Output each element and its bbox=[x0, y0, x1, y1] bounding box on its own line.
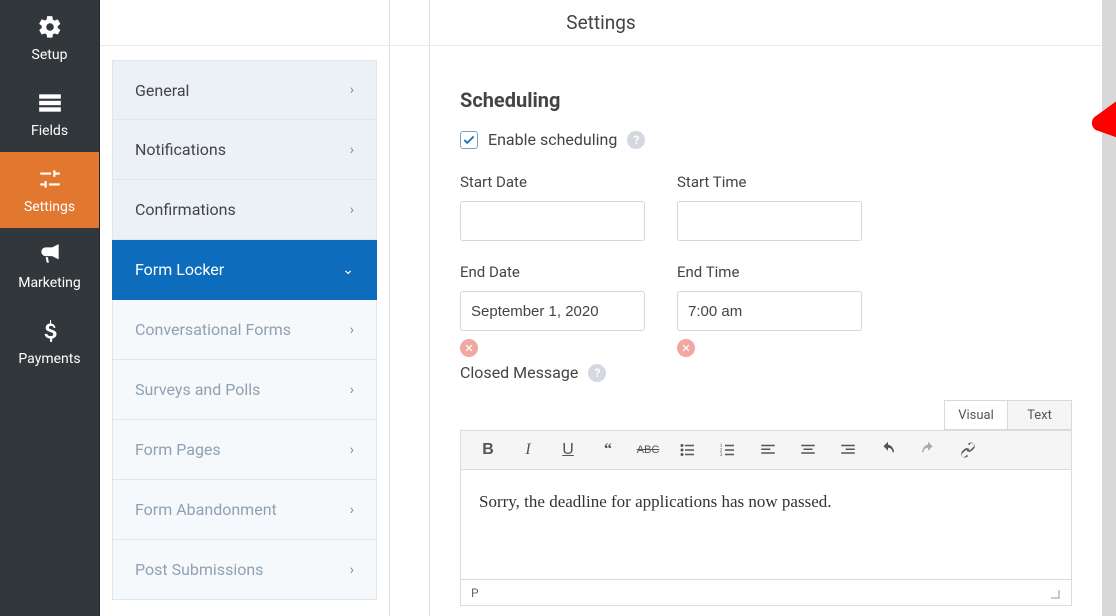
underline-button[interactable]: U bbox=[557, 439, 579, 461]
rich-text-editor: Visual Text B I U “ ABC 123 bbox=[460, 400, 1072, 606]
end-time-label: End Time bbox=[677, 263, 862, 281]
chevron-right-icon: › bbox=[350, 382, 354, 398]
enable-scheduling-checkbox[interactable] bbox=[460, 131, 478, 149]
redo-button[interactable] bbox=[917, 439, 939, 461]
chevron-right-icon: › bbox=[350, 562, 354, 578]
settings-item-label: Notifications bbox=[135, 140, 226, 159]
chevron-right-icon: › bbox=[350, 322, 354, 338]
start-time-input[interactable] bbox=[677, 201, 862, 241]
settings-item-general[interactable]: General › bbox=[112, 60, 377, 120]
editor-toolbar: B I U “ ABC 123 bbox=[460, 430, 1072, 470]
editor-content[interactable]: Sorry, the deadline for applications has… bbox=[460, 470, 1072, 580]
bullhorn-icon bbox=[37, 241, 63, 269]
check-icon bbox=[462, 133, 476, 147]
section-title: Scheduling bbox=[460, 88, 1072, 112]
nav-payments[interactable]: Payments bbox=[0, 304, 99, 380]
end-time-input[interactable] bbox=[677, 291, 862, 331]
enable-scheduling-label: Enable scheduling bbox=[488, 130, 617, 149]
settings-item-label: Form Abandonment bbox=[135, 500, 277, 519]
close-icon bbox=[464, 343, 474, 353]
nav-fields[interactable]: Fields bbox=[0, 76, 99, 152]
settings-item-label: Form Pages bbox=[135, 440, 221, 459]
end-date-label: End Date bbox=[460, 263, 645, 281]
align-center-button[interactable] bbox=[797, 439, 819, 461]
clear-end-date-button[interactable] bbox=[460, 339, 478, 357]
settings-item-notifications[interactable]: Notifications › bbox=[112, 120, 377, 180]
editor-path: P bbox=[471, 586, 479, 600]
dollar-icon bbox=[37, 317, 63, 345]
nav-settings[interactable]: Settings bbox=[0, 152, 99, 228]
nav-setup[interactable]: Setup bbox=[0, 0, 99, 76]
chevron-down-icon: ⌄ bbox=[342, 262, 354, 278]
nav-label: Settings bbox=[24, 199, 75, 215]
chevron-right-icon: › bbox=[350, 502, 354, 518]
sliders-icon bbox=[37, 165, 63, 193]
editor-tab-visual[interactable]: Visual bbox=[944, 400, 1008, 430]
gear-icon bbox=[37, 13, 63, 41]
settings-item-form-locker[interactable]: Form Locker ⌄ bbox=[112, 240, 377, 300]
italic-button[interactable]: I bbox=[517, 439, 539, 461]
settings-item-form-pages[interactable]: Form Pages › bbox=[112, 420, 377, 480]
chevron-right-icon: › bbox=[350, 442, 354, 458]
link-button[interactable] bbox=[957, 439, 979, 461]
bold-button[interactable]: B bbox=[477, 439, 499, 461]
clear-end-time-button[interactable] bbox=[677, 339, 695, 357]
chevron-right-icon: › bbox=[350, 202, 354, 218]
align-left-button[interactable] bbox=[757, 439, 779, 461]
chevron-right-icon: › bbox=[350, 142, 354, 158]
settings-item-label: General bbox=[135, 81, 189, 100]
settings-item-label: Conversational Forms bbox=[135, 320, 291, 339]
close-icon bbox=[681, 343, 691, 353]
bullet-list-button[interactable] bbox=[677, 439, 699, 461]
settings-item-confirmations[interactable]: Confirmations › bbox=[112, 180, 377, 240]
start-date-label: Start Date bbox=[460, 173, 645, 191]
start-date-input[interactable] bbox=[460, 201, 645, 241]
resize-handle-icon[interactable] bbox=[1047, 586, 1061, 600]
nav-label: Fields bbox=[31, 123, 68, 139]
settings-item-post-submissions[interactable]: Post Submissions › bbox=[112, 540, 377, 600]
svg-text:3: 3 bbox=[720, 452, 723, 458]
primary-sidebar: Setup Fields Settings Marketing Payments bbox=[0, 0, 100, 616]
numbered-list-button[interactable]: 123 bbox=[717, 439, 739, 461]
settings-sidebar: General › Notifications › Confirmations … bbox=[100, 0, 390, 616]
help-icon[interactable]: ? bbox=[588, 364, 606, 382]
main-panel: Settings Scheduling Enable scheduling ? … bbox=[430, 0, 1102, 616]
settings-item-label: Confirmations bbox=[135, 200, 236, 219]
page-title: Settings bbox=[100, 0, 1102, 46]
settings-item-label: Form Locker bbox=[135, 260, 224, 279]
nav-label: Payments bbox=[18, 351, 80, 367]
settings-item-surveys-polls[interactable]: Surveys and Polls › bbox=[112, 360, 377, 420]
undo-button[interactable] bbox=[877, 439, 899, 461]
editor-tab-text[interactable]: Text bbox=[1008, 400, 1072, 430]
closed-message-label: Closed Message bbox=[460, 363, 578, 382]
settings-item-conversational-forms[interactable]: Conversational Forms › bbox=[112, 300, 377, 360]
quote-button[interactable]: “ bbox=[597, 439, 619, 461]
settings-item-label: Surveys and Polls bbox=[135, 380, 260, 399]
start-time-label: Start Time bbox=[677, 173, 862, 191]
chevron-right-icon: › bbox=[350, 82, 354, 98]
settings-item-label: Post Submissions bbox=[135, 560, 263, 579]
align-right-button[interactable] bbox=[837, 439, 859, 461]
nav-label: Marketing bbox=[18, 275, 81, 291]
nav-label: Setup bbox=[32, 47, 68, 63]
list-icon bbox=[37, 89, 63, 117]
end-date-input[interactable] bbox=[460, 291, 645, 331]
help-icon[interactable]: ? bbox=[627, 131, 645, 149]
nav-marketing[interactable]: Marketing bbox=[0, 228, 99, 304]
strikethrough-button[interactable]: ABC bbox=[637, 439, 659, 461]
settings-item-form-abandonment[interactable]: Form Abandonment › bbox=[112, 480, 377, 540]
